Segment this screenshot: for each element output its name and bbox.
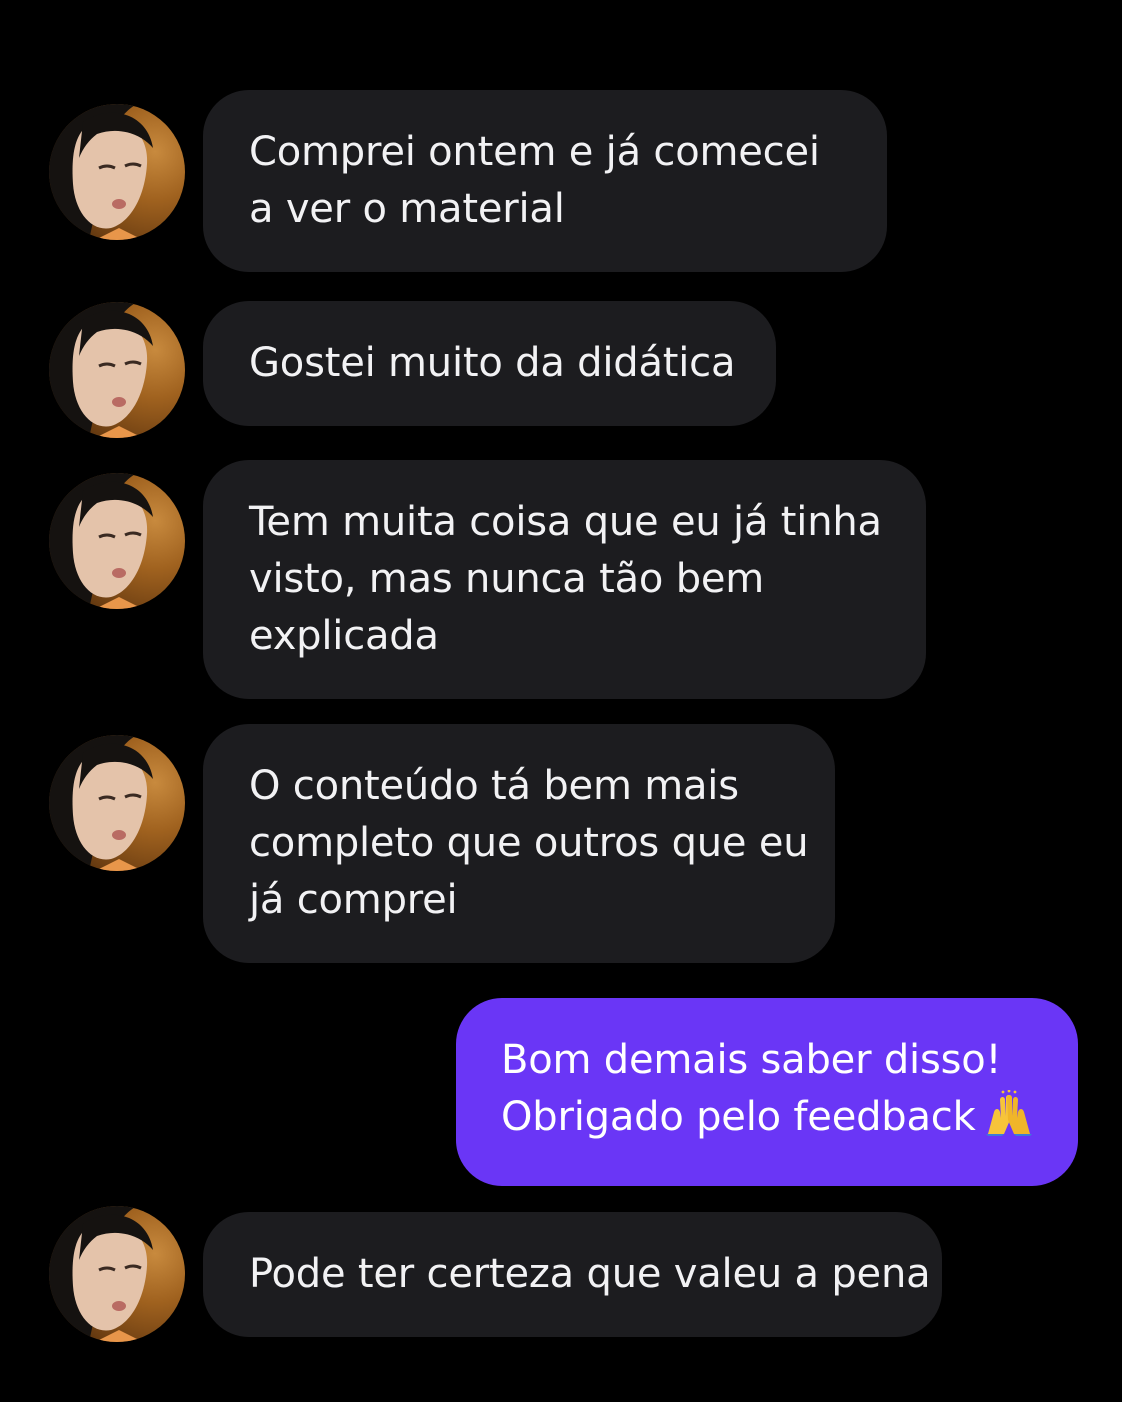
message-line: a ver o material bbox=[249, 186, 565, 232]
message-line: Obrigado pelo feedback bbox=[501, 1089, 1048, 1152]
message-line: Tem muita coisa que eu já tinha bbox=[249, 499, 882, 545]
message-line: visto, mas nunca tão bem bbox=[249, 556, 765, 602]
message-line: Bom demais saber disso! bbox=[501, 1037, 1002, 1083]
chat-thread: Comprei ontem e já comecei a ver o mater… bbox=[0, 0, 1122, 1402]
person-photo-icon bbox=[49, 104, 153, 240]
message-line: Gostei muito da didática bbox=[249, 340, 736, 386]
message-line: Pode ter certeza que valeu a pena bbox=[249, 1251, 931, 1297]
person-photo-icon bbox=[49, 302, 153, 438]
message-line: explicada bbox=[249, 613, 439, 659]
person-photo-icon bbox=[49, 473, 153, 609]
message-bubble-incoming[interactable]: Comprei ontem e já comecei a ver o mater… bbox=[203, 90, 887, 272]
message-line-text: Obrigado pelo feedback bbox=[501, 1094, 976, 1140]
contact-avatar[interactable] bbox=[49, 473, 185, 609]
person-photo-icon bbox=[49, 1206, 153, 1342]
message-bubble-outgoing[interactable]: Bom demais saber disso! Obrigado pelo fe… bbox=[456, 998, 1078, 1186]
contact-avatar[interactable] bbox=[49, 104, 185, 240]
message-line: completo que outros que eu bbox=[249, 820, 809, 866]
raising-hands-icon bbox=[984, 1089, 1034, 1152]
contact-avatar[interactable] bbox=[49, 302, 185, 438]
person-photo-icon bbox=[49, 735, 153, 871]
message-line: já comprei bbox=[249, 877, 458, 923]
message-bubble-incoming[interactable]: Pode ter certeza que valeu a pena bbox=[203, 1212, 942, 1337]
message-line: Comprei ontem e já comecei bbox=[249, 129, 820, 175]
message-bubble-incoming[interactable]: Tem muita coisa que eu já tinha visto, m… bbox=[203, 460, 926, 699]
message-bubble-incoming[interactable]: O conteúdo tá bem mais completo que outr… bbox=[203, 724, 835, 963]
contact-avatar[interactable] bbox=[49, 1206, 185, 1342]
message-bubble-incoming[interactable]: Gostei muito da didática bbox=[203, 301, 776, 426]
contact-avatar[interactable] bbox=[49, 735, 185, 871]
message-line: O conteúdo tá bem mais bbox=[249, 763, 739, 809]
